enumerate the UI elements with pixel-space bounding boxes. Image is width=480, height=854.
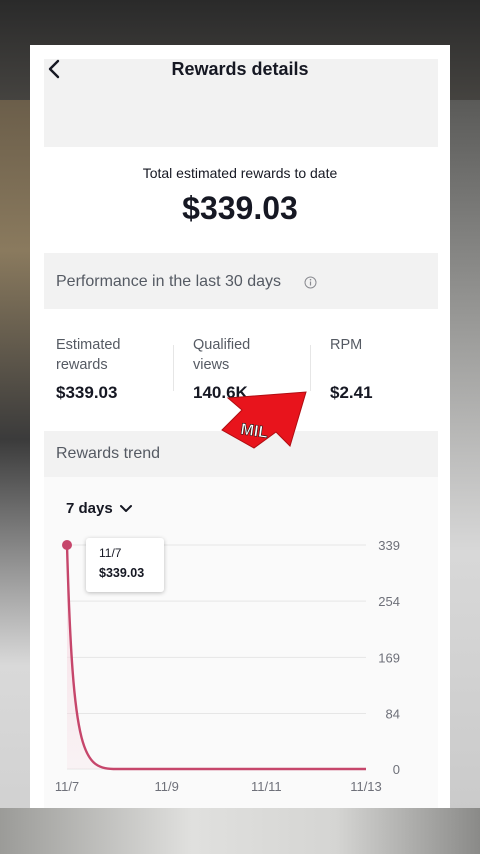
red-arrow-overlay: MIL: [221, 391, 307, 449]
backdrop-left: [0, 100, 30, 854]
x-tick-label: 11/9: [154, 779, 178, 794]
y-tick-label: 84: [386, 706, 400, 721]
backdrop-right: [450, 100, 480, 854]
backdrop-bottom: [0, 808, 480, 854]
tooltip-value: $339.03: [99, 566, 145, 580]
y-tick-label: 339: [378, 538, 400, 553]
x-tick-label: 11/7: [55, 779, 79, 794]
x-tick-label: 11/11: [251, 779, 282, 794]
x-tick-label: 11/13: [350, 779, 382, 794]
y-tick-label: 254: [378, 594, 400, 609]
y-tick-label: 169: [378, 650, 400, 665]
tooltip-date: 11/7: [99, 546, 122, 560]
data-point-highlight: [62, 539, 72, 550]
chart-tooltip: 11/7 $339.03: [86, 538, 164, 592]
y-tick-label: 0: [393, 762, 400, 777]
